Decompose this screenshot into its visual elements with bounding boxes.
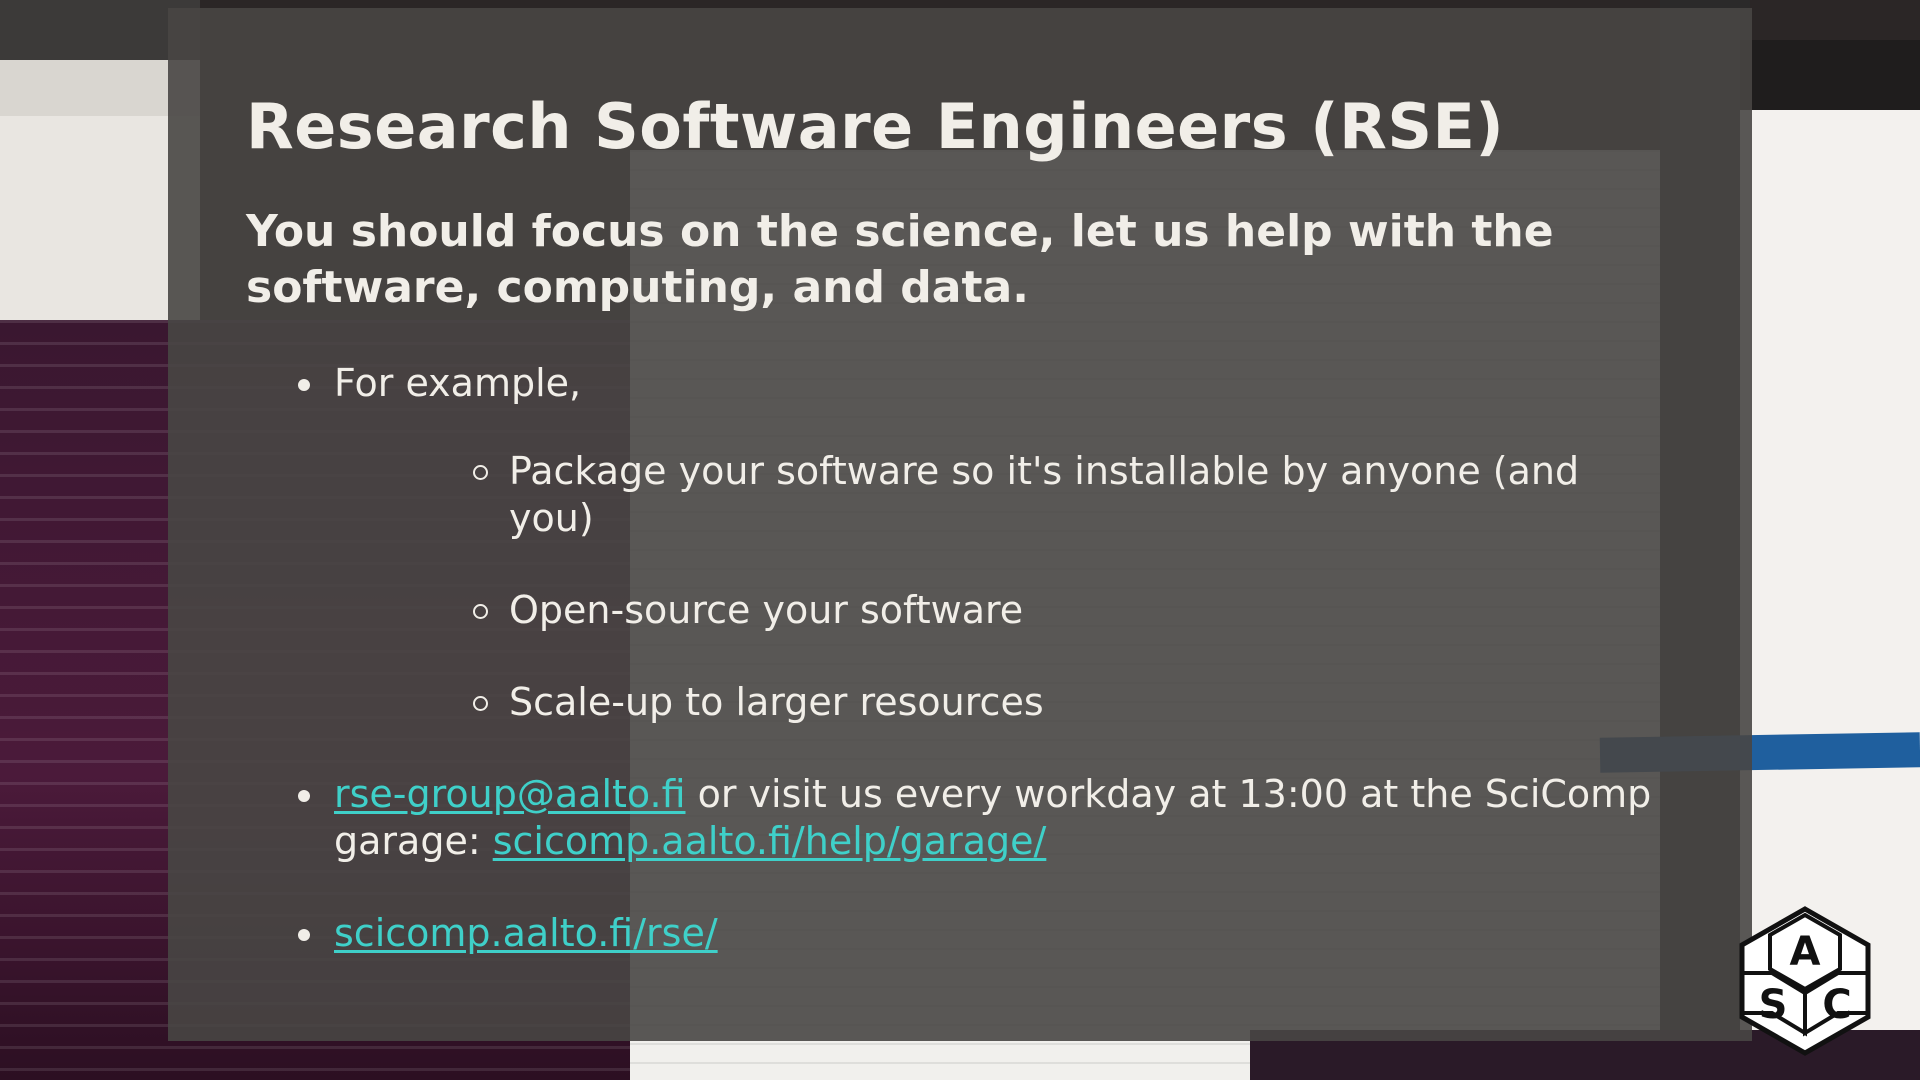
bg-browser-window [1740,40,1920,1040]
asc-logo: A S C [1739,906,1871,1056]
garage-link[interactable]: scicomp.aalto.fi/help/garage/ [493,819,1047,863]
sub-bullet-package: Package your software so it's installabl… [334,448,1639,542]
sub-bullet-scale-up: Scale-up to larger resources [334,679,1696,726]
slide-title: Research Software Engineers (RSE) [246,90,1505,163]
bullet-list: For example, Package your software so it… [246,360,1696,957]
sub-bullet-list: Package your software so it's installabl… [334,448,1696,726]
rse-site-link[interactable]: scicomp.aalto.fi/rse/ [334,911,718,955]
logo-letter-c: C [1822,982,1851,1028]
sub-bullet-open-source: Open-source your software [334,587,1696,634]
slide-panel: Research Software Engineers (RSE) You sh… [168,8,1752,1041]
bullet-site: scicomp.aalto.fi/rse/ [246,910,1696,957]
bullet-contact: rse-group@aalto.fi or visit us every wor… [246,771,1684,865]
email-link[interactable]: rse-group@aalto.fi [334,772,686,816]
bg-browser-tabbar [1740,40,1920,110]
bullet-example: For example, Package your software so it… [246,360,1696,726]
logo-letter-a: A [1790,929,1821,975]
logo-letter-s: S [1759,982,1788,1028]
bullet-example-text: For example, [334,361,582,405]
slide-subtitle: You should focus on the science, let us … [246,206,1554,313]
